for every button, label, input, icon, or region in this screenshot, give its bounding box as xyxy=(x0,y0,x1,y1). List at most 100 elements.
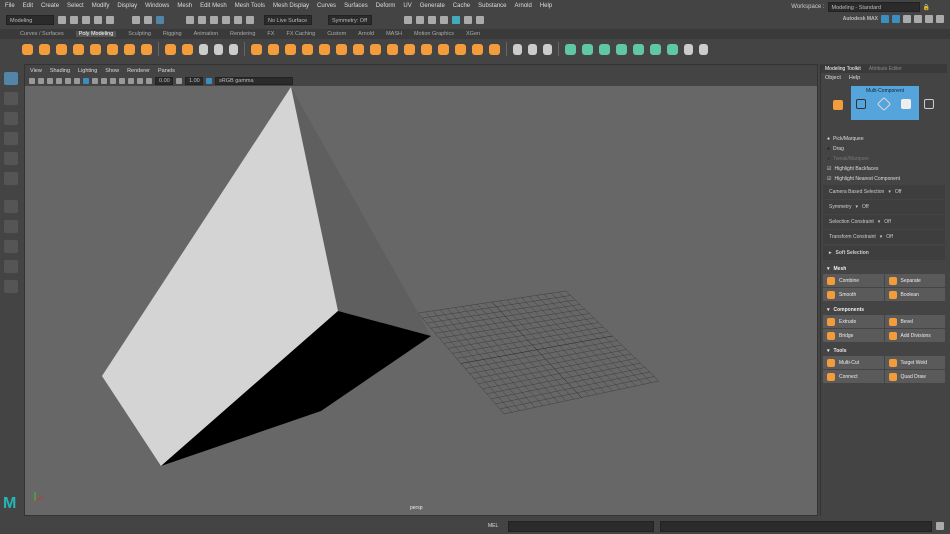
shelf-tool-icon[interactable] xyxy=(141,43,152,55)
undo-icon[interactable] xyxy=(94,15,102,24)
menu-cache[interactable]: Cache xyxy=(453,3,470,9)
dropdown-arrow-icon[interactable]: ▾ xyxy=(888,189,891,195)
dropdown-arrow-icon[interactable]: ▾ xyxy=(880,234,883,240)
menu-curves[interactable]: Curves xyxy=(317,3,336,9)
character-icon[interactable] xyxy=(903,15,911,23)
pause-icon[interactable] xyxy=(476,15,484,24)
shelf-tool-icon[interactable] xyxy=(319,43,330,55)
tab-xgen[interactable]: XGen xyxy=(466,31,480,37)
tab-curves-surfaces[interactable]: Curves / Surfaces xyxy=(20,31,64,37)
dropdown-arrow-icon[interactable]: ▾ xyxy=(878,219,881,225)
prop-selection-constraint[interactable]: Selection Constraint ▾ Off xyxy=(823,215,945,229)
script-editor-icon[interactable] xyxy=(936,522,945,530)
shelf-tool-icon[interactable] xyxy=(22,43,33,55)
section-tools[interactable]: ▾ Tools xyxy=(821,346,947,356)
shelf-tool-icon[interactable] xyxy=(633,43,644,55)
tab-mash[interactable]: MASH xyxy=(386,31,402,37)
shelf-tool-icon[interactable] xyxy=(472,43,483,55)
select-object-icon[interactable] xyxy=(144,15,152,24)
shelf-tool-icon[interactable] xyxy=(353,43,364,55)
add-divisions-button[interactable]: Add Divisions xyxy=(884,329,945,342)
menu-surfaces[interactable]: Surfaces xyxy=(344,3,368,9)
channel-box-icon[interactable] xyxy=(925,15,933,23)
menu-help[interactable]: Help xyxy=(849,75,860,81)
extrude-button[interactable]: Extrude xyxy=(823,315,884,328)
shelf-tool-icon[interactable] xyxy=(699,43,708,55)
select-tool-icon[interactable] xyxy=(4,72,18,85)
viewport-panel[interactable]: View Shading Lighting Show Renderer Panels 0.… xyxy=(24,64,818,516)
tab-attribute-editor[interactable]: Attribute Editor xyxy=(869,66,902,72)
shelf-tool-icon[interactable] xyxy=(650,43,661,55)
shelf-tool-icon[interactable] xyxy=(268,43,279,55)
checkbox-highlight-nearest[interactable]: ☑ Highlight Nearest Component xyxy=(821,174,947,184)
object-mode-icon[interactable] xyxy=(833,100,843,110)
shelf-tool-icon[interactable] xyxy=(684,43,693,55)
lasso-tool-icon[interactable] xyxy=(4,92,18,105)
maya-home-icon[interactable] xyxy=(881,15,889,23)
tab-motion-graphics[interactable]: Motion Graphics xyxy=(414,31,454,37)
shelf-tool-icon[interactable] xyxy=(370,43,381,55)
shelf-tool-icon[interactable] xyxy=(56,43,67,55)
shelf-tool-icon[interactable] xyxy=(387,43,398,55)
section-components[interactable]: ▾ Components xyxy=(821,305,947,315)
menu-display[interactable]: Display xyxy=(117,3,137,9)
bevel-button[interactable]: Bevel xyxy=(884,315,945,328)
prop-value[interactable]: Off xyxy=(862,204,869,210)
prop-value[interactable]: Off xyxy=(886,234,893,240)
shelf-tool-icon[interactable] xyxy=(73,43,84,55)
save-scene-icon[interactable] xyxy=(82,15,90,24)
shelf-tool-icon[interactable] xyxy=(107,43,118,55)
shelf-tool-icon[interactable] xyxy=(285,43,296,55)
menu-edit-mesh[interactable]: Edit Mesh xyxy=(200,3,227,9)
four-view-icon[interactable] xyxy=(4,240,18,253)
menu-help[interactable]: Help xyxy=(540,3,552,9)
section-mesh[interactable]: ▾ Mesh xyxy=(821,264,947,274)
shelf-tool-icon[interactable] xyxy=(667,43,678,55)
mel-label[interactable]: MEL xyxy=(488,523,498,529)
multi-cut-button[interactable]: Multi-Cut xyxy=(823,356,884,369)
menu-generate[interactable]: Generate xyxy=(420,3,445,9)
select-hierarchy-icon[interactable] xyxy=(132,15,140,24)
bridge-button[interactable]: Bridge xyxy=(823,329,884,342)
tab-fx-caching[interactable]: FX Caching xyxy=(286,31,315,37)
menu-uv[interactable]: UV xyxy=(403,3,411,9)
hypershade-icon[interactable] xyxy=(440,15,448,24)
outliner-icon[interactable] xyxy=(4,280,18,293)
tab-rendering[interactable]: Rendering xyxy=(230,31,255,37)
quad-draw-button[interactable]: Quad Draw xyxy=(884,370,945,383)
render-settings-icon[interactable] xyxy=(428,15,436,24)
shelf-tool-icon[interactable] xyxy=(421,43,432,55)
tab-arnold[interactable]: Arnold xyxy=(358,31,374,37)
open-scene-icon[interactable] xyxy=(70,15,78,24)
shelf-tool-icon[interactable] xyxy=(302,43,313,55)
prop-value[interactable]: Off xyxy=(895,189,902,195)
paint-select-icon[interactable] xyxy=(4,112,18,125)
menu-mesh-tools[interactable]: Mesh Tools xyxy=(235,3,265,9)
shelf-tool-icon[interactable] xyxy=(528,43,537,55)
modeling-toolkit-icon[interactable] xyxy=(892,15,900,23)
checkbox-highlight-backfaces[interactable]: ☑ Highlight Backfaces xyxy=(821,164,947,174)
menu-mesh-display[interactable]: Mesh Display xyxy=(273,3,309,9)
two-view-icon[interactable] xyxy=(4,260,18,273)
radio-drag[interactable]: ● Drag xyxy=(821,144,947,154)
shelf-tool-icon[interactable] xyxy=(438,43,449,55)
tab-animation[interactable]: Animation xyxy=(194,31,218,37)
shelf-tool-icon[interactable] xyxy=(39,43,50,55)
target-weld-button[interactable]: Target Weld xyxy=(884,356,945,369)
snap-curve2-icon[interactable] xyxy=(246,15,254,24)
menu-edit[interactable]: Edit xyxy=(23,3,33,9)
prop-symmetry[interactable]: Symmetry ▾ Off xyxy=(823,200,945,214)
tab-sculpting[interactable]: Sculpting xyxy=(128,31,151,37)
boolean-button[interactable]: Boolean xyxy=(884,288,945,301)
soft-selection-section[interactable]: ▸ Soft Selection xyxy=(823,246,945,260)
shelf-tool-icon[interactable] xyxy=(489,43,500,55)
menu-file[interactable]: File xyxy=(5,3,15,9)
smooth-button[interactable]: Smooth xyxy=(823,288,884,301)
shelf-tool-icon[interactable] xyxy=(229,43,238,55)
snap-view-icon[interactable] xyxy=(222,15,230,24)
lock-icon[interactable]: 🔒 xyxy=(923,4,930,11)
shelf-tool-icon[interactable] xyxy=(582,43,593,55)
single-view-icon[interactable] xyxy=(4,220,18,233)
radio-tweak-marquee[interactable]: ● Tweak/Marquee xyxy=(821,154,947,164)
render-setup-icon[interactable] xyxy=(464,15,472,24)
